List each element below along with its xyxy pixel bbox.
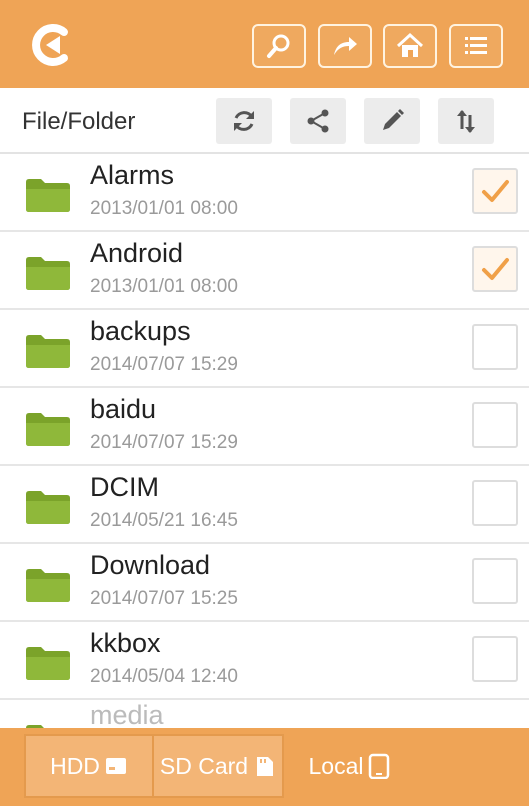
folder-icon — [26, 569, 70, 602]
file-row[interactable]: baidu 2014/07/07 15:29 — [0, 388, 529, 466]
tab-local[interactable]: Local — [286, 734, 414, 798]
checkmark-icon — [482, 180, 509, 202]
tab-local-label: Local — [308, 752, 364, 779]
file-date: 2014/07/07 15:25 — [90, 588, 238, 609]
file-row[interactable]: Android 2013/01/01 08:00 — [0, 232, 529, 310]
file-toolbar: File/Folder — [0, 88, 529, 154]
tab-sd-card-label: SD Card — [159, 752, 249, 779]
file-row[interactable]: Download 2014/07/07 15:25 — [0, 544, 529, 622]
file-name: Android — [90, 238, 184, 268]
select-checkbox[interactable] — [472, 168, 518, 214]
edit-pencil-icon — [383, 109, 404, 130]
phone-icon — [369, 753, 390, 779]
checkmark-icon — [482, 258, 509, 280]
sort-icon — [457, 110, 475, 133]
file-name: kkbox — [90, 628, 161, 658]
top-app-bar — [0, 0, 529, 88]
refresh-icon — [234, 111, 254, 131]
file-row[interactable]: kkbox 2014/05/04 12:40 — [0, 622, 529, 700]
file-row[interactable]: DCIM 2014/05/21 16:45 — [0, 466, 529, 544]
file-name: baidu — [90, 394, 157, 424]
select-checkbox[interactable] — [472, 480, 518, 526]
folder-icon — [26, 647, 70, 680]
share-button[interactable] — [290, 98, 346, 144]
file-name: Download — [90, 550, 211, 580]
folder-icon — [26, 257, 70, 290]
share-forward-icon — [334, 37, 357, 55]
file-date: 2013/01/01 08:00 — [90, 276, 238, 297]
select-checkbox[interactable] — [472, 246, 518, 292]
folder-icon — [26, 491, 70, 524]
refresh-button[interactable] — [216, 98, 272, 144]
toolbar-title: File/Folder — [22, 108, 136, 135]
hdd-icon — [105, 758, 126, 774]
home-button[interactable] — [383, 24, 437, 68]
sd-card-icon — [257, 757, 274, 776]
share-icon — [307, 109, 329, 133]
file-date: 2014/07/07 15:29 — [90, 432, 238, 453]
file-row[interactable]: backups 2014/07/07 15:29 — [0, 310, 529, 388]
app-logo-icon[interactable] — [24, 20, 74, 70]
menu-icon — [465, 37, 487, 54]
search-icon — [267, 34, 290, 58]
file-row[interactable]: media — [0, 700, 529, 728]
file-date: 2014/05/04 12:40 — [90, 666, 238, 687]
search-button[interactable] — [252, 24, 306, 68]
select-checkbox[interactable] — [472, 558, 518, 604]
file-name: backups — [90, 316, 191, 346]
tab-sd-card[interactable]: SD Card — [152, 734, 284, 798]
folder-icon — [26, 179, 70, 212]
select-checkbox[interactable] — [472, 402, 518, 448]
file-name: media — [90, 700, 164, 728]
sort-button[interactable] — [438, 98, 494, 144]
file-date: 2014/07/07 15:29 — [90, 354, 238, 375]
file-date: 2014/05/21 16:45 — [90, 510, 238, 531]
storage-tab-bar: HDD SD Card Local — [0, 728, 529, 806]
menu-button[interactable] — [449, 24, 503, 68]
edit-button[interactable] — [364, 98, 420, 144]
forward-share-button[interactable] — [318, 24, 372, 68]
tab-hdd[interactable]: HDD — [24, 734, 154, 798]
tab-hdd-label: HDD — [50, 752, 100, 779]
file-name: Alarms — [90, 160, 175, 190]
file-name: DCIM — [90, 472, 159, 502]
file-row[interactable]: Alarms 2013/01/01 08:00 — [0, 154, 529, 232]
home-icon — [396, 32, 424, 57]
file-date: 2013/01/01 08:00 — [90, 198, 238, 219]
select-checkbox[interactable] — [472, 324, 518, 370]
folder-icon — [26, 335, 70, 368]
folder-icon — [26, 413, 70, 446]
file-list: Alarms 2013/01/01 08:00 Android 2013/01/01 … — [0, 154, 529, 728]
select-checkbox[interactable] — [472, 636, 518, 682]
folder-icon — [26, 725, 44, 728]
